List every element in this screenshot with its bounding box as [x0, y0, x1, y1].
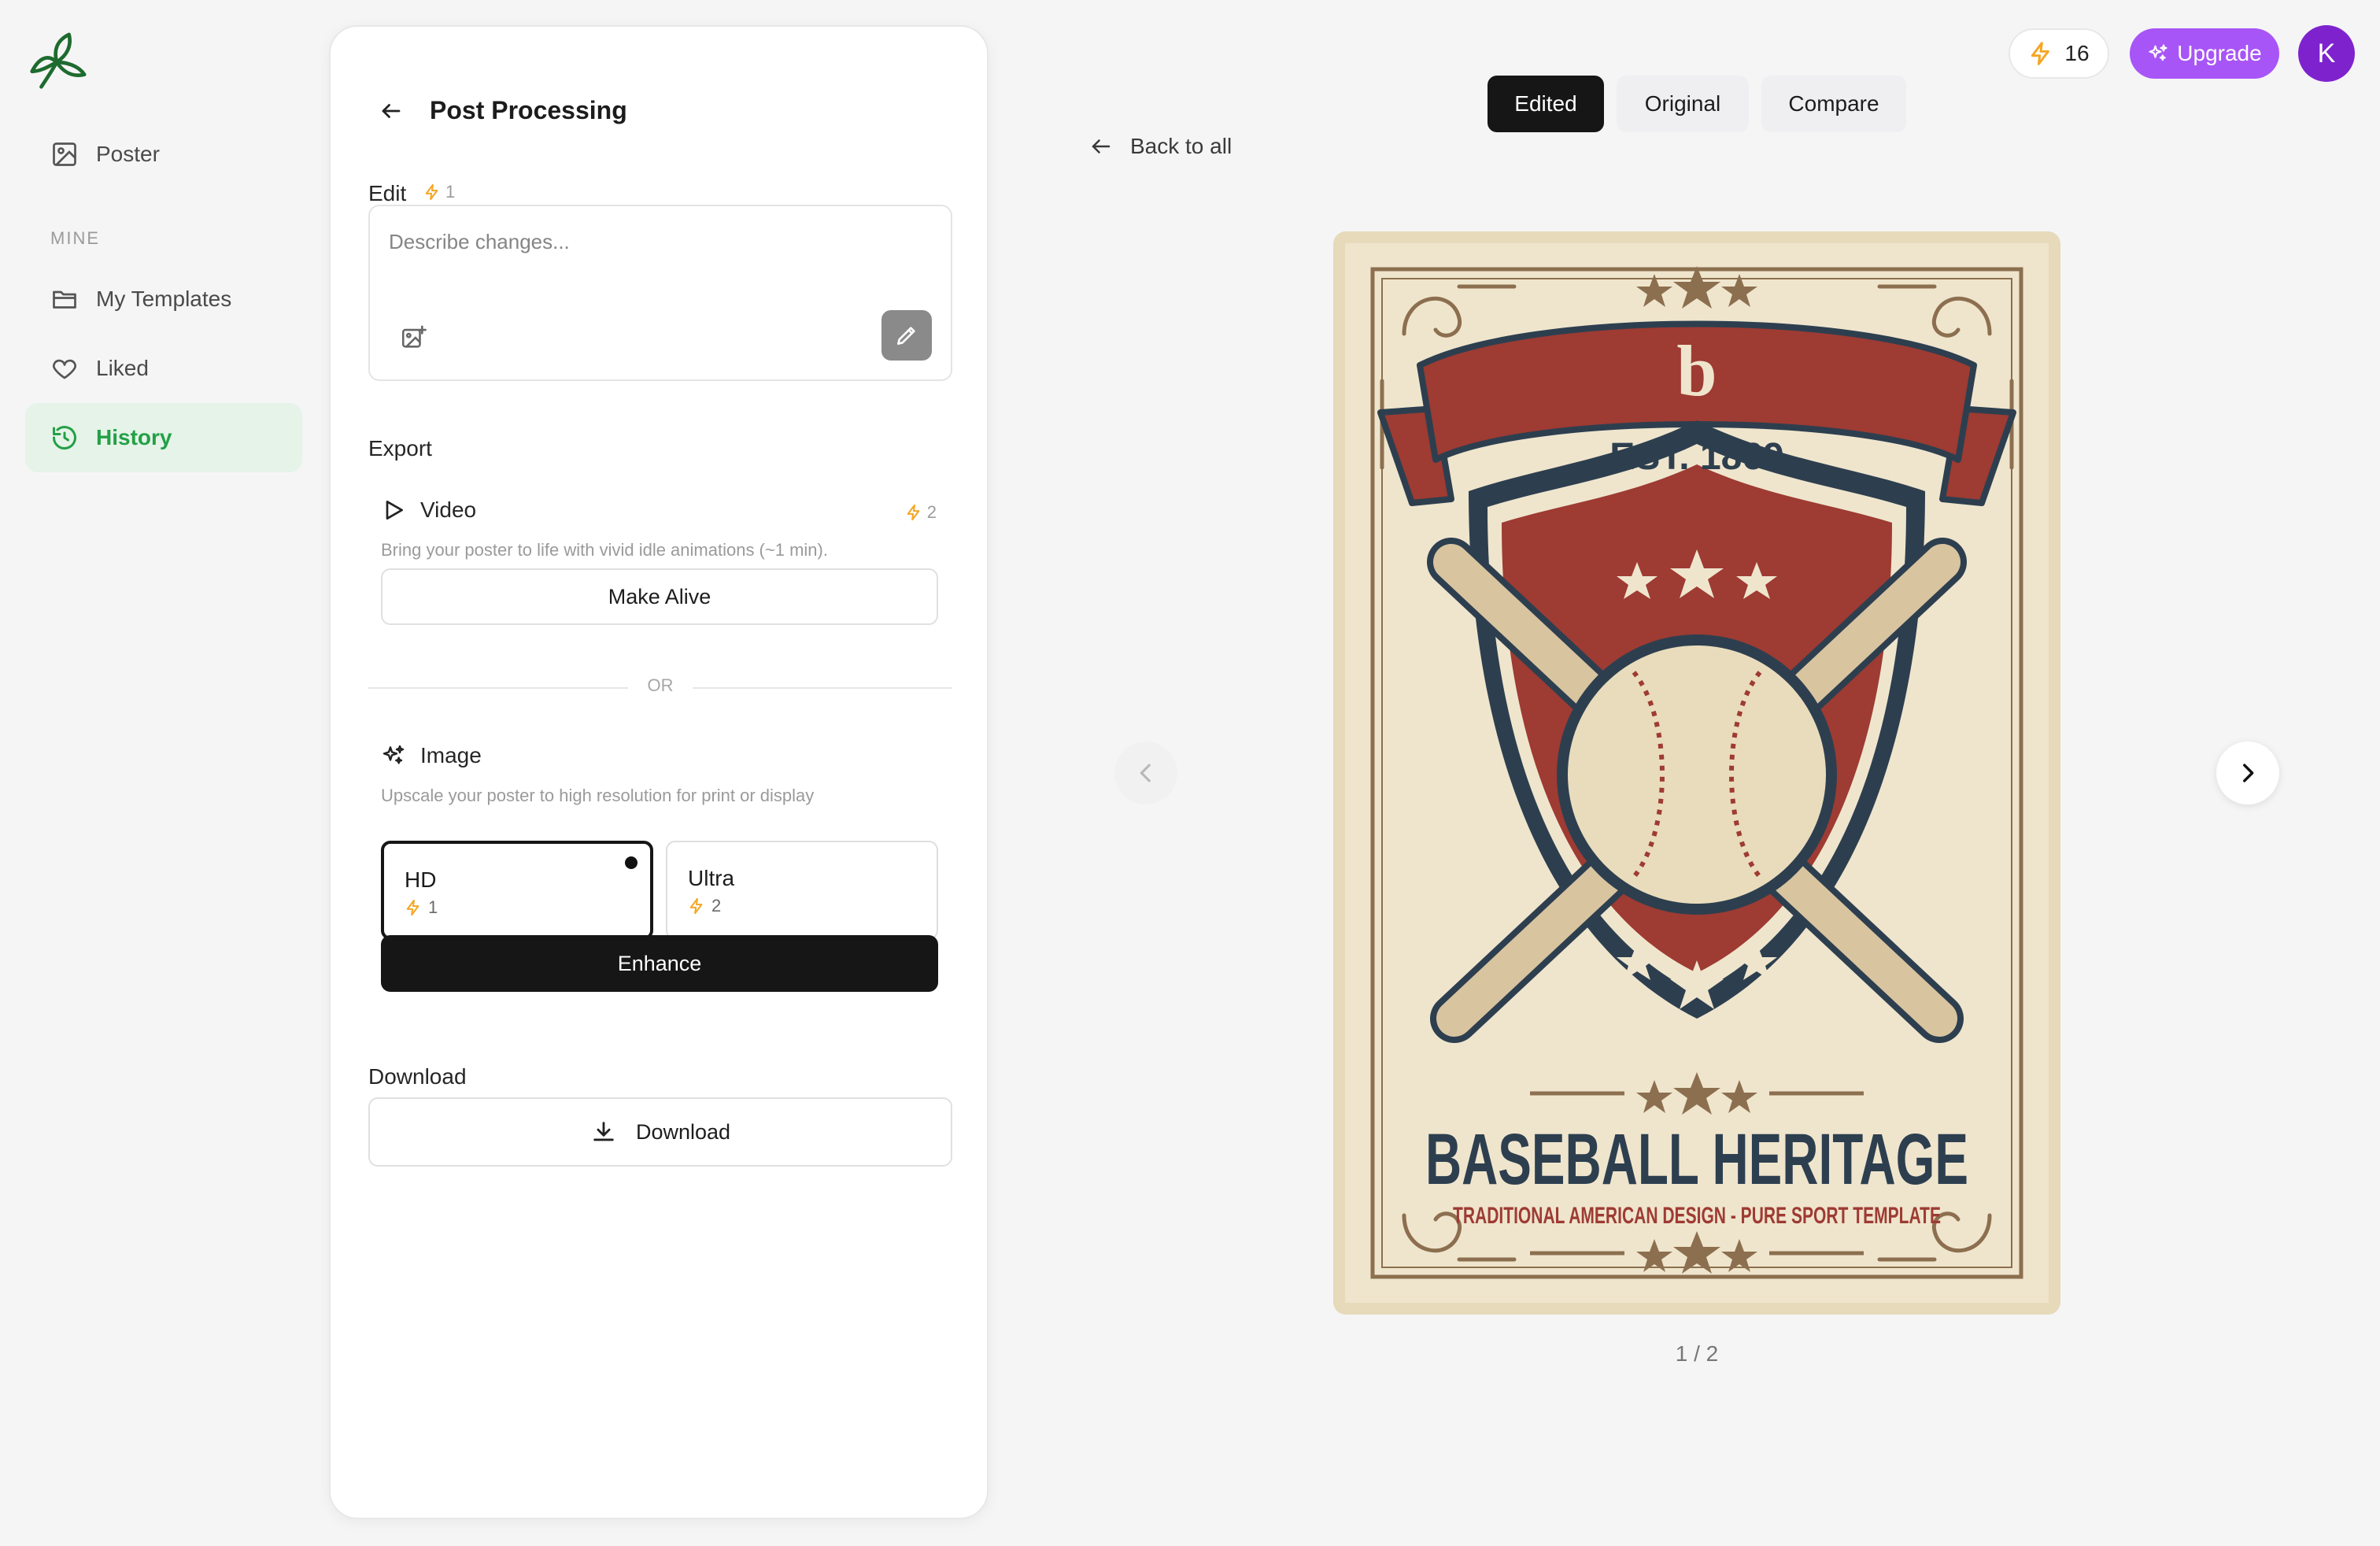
- next-button[interactable]: [2216, 742, 2279, 804]
- credits-badge[interactable]: 16: [2009, 28, 2109, 79]
- page-indicator: 1 / 2: [1675, 1341, 1719, 1366]
- poster-est-text: EST. 1869: [1609, 436, 1783, 478]
- panel-header: Post Processing: [379, 96, 627, 125]
- edit-cost-value: 1: [445, 182, 456, 202]
- or-label: OR: [647, 675, 674, 695]
- enhance-button[interactable]: Enhance: [381, 935, 938, 992]
- download-section-label: Download: [368, 1064, 467, 1089]
- avatar[interactable]: K: [2298, 25, 2355, 82]
- arrow-left-icon: [1092, 139, 1111, 153]
- or-divider: OR: [368, 675, 952, 699]
- video-cost: 2: [905, 502, 937, 523]
- video-title-text: Video: [420, 497, 477, 522]
- nav-item-label: Poster: [96, 142, 160, 166]
- back-to-all-link[interactable]: Back to all: [1089, 134, 1232, 159]
- make-alive-button[interactable]: Make Alive: [381, 568, 938, 625]
- panel-title: Post Processing: [430, 96, 627, 124]
- apply-edit-button[interactable]: [881, 310, 932, 361]
- option-cost-value: 1: [428, 897, 438, 917]
- option-cost: 1: [405, 897, 438, 918]
- sparkles-icon: [382, 745, 405, 764]
- nav-item-my-templates[interactable]: My Templates: [25, 264, 302, 334]
- image-description: Upscale your poster to high resolution f…: [381, 786, 815, 805]
- download-icon: [593, 1122, 614, 1141]
- video-title: Video: [381, 497, 476, 523]
- bolt-icon: [425, 183, 438, 201]
- edit-cost: 1: [423, 182, 455, 202]
- nav-section-label: MINE: [50, 228, 100, 248]
- image-title: Image: [381, 743, 482, 768]
- bolt-icon: [406, 899, 419, 916]
- export-section-label: Export: [368, 436, 432, 460]
- history-icon: [53, 426, 76, 450]
- upgrade-button[interactable]: Upgrade: [2130, 28, 2279, 79]
- selected-dot-icon: [625, 856, 638, 869]
- tab-compare[interactable]: Compare: [1761, 76, 1906, 132]
- poster-logo-letter: b: [1676, 331, 1717, 411]
- app-root: Poster MINE My Templates Liked History P…: [0, 0, 2380, 1546]
- option-cost-value: 2: [711, 896, 722, 915]
- nav-item-history[interactable]: History: [25, 403, 302, 472]
- back-label: Back to all: [1130, 134, 1232, 158]
- download-button-label: Download: [635, 1119, 731, 1144]
- poster-image[interactable]: b EST. 1869 BASEBALL HERITAGE TRADITIONA…: [1333, 231, 2060, 1315]
- tab-original[interactable]: Original: [1617, 76, 1749, 132]
- add-image-icon[interactable]: [400, 324, 427, 351]
- post-processing-panel: Post Processing Edit 1 Export: [329, 25, 989, 1519]
- nav-item-liked[interactable]: Liked: [25, 334, 302, 403]
- folder-icon: [53, 290, 76, 309]
- video-description: Bring your poster to life with vivid idl…: [381, 540, 828, 560]
- option-name: Ultra: [688, 866, 735, 890]
- edit-box: [368, 205, 952, 381]
- tab-edited[interactable]: Edited: [1488, 76, 1604, 132]
- edit-label: Edit: [368, 181, 407, 205]
- arrow-left-icon[interactable]: [379, 99, 403, 123]
- nav-item-label: Liked: [96, 356, 149, 380]
- nav-item-poster[interactable]: Poster: [25, 120, 302, 189]
- previous-button[interactable]: [1114, 742, 1177, 804]
- divider-line: [693, 687, 952, 689]
- edit-section-label: Edit 1: [368, 181, 455, 206]
- heart-icon: [53, 359, 76, 379]
- download-button[interactable]: Download: [368, 1097, 952, 1167]
- nav-item-label: History: [96, 425, 172, 449]
- chevron-right-icon: [2243, 764, 2254, 782]
- credits-count: 16: [2064, 41, 2090, 65]
- image-title-text: Image: [420, 743, 482, 767]
- poster-artwork: b EST. 1869 BASEBALL HERITAGE TRADITIONA…: [1333, 231, 2060, 1315]
- image-icon: [53, 142, 76, 166]
- sparkles-icon: [2149, 44, 2168, 61]
- bolt-icon: [2031, 42, 2050, 65]
- play-icon: [386, 501, 403, 520]
- pencil-icon: [897, 327, 915, 345]
- brand-logo-icon[interactable]: [22, 28, 91, 96]
- bolt-icon: [689, 897, 703, 915]
- video-cost-value: 2: [926, 502, 937, 522]
- bolt-icon: [907, 504, 920, 521]
- chevron-left-icon: [1140, 764, 1151, 782]
- upgrade-label: Upgrade: [2177, 41, 2262, 65]
- option-name: HD: [405, 867, 437, 892]
- option-cost: 2: [688, 896, 721, 916]
- poster-headline: BASEBALL HERITAGE: [1425, 1119, 1968, 1200]
- describe-changes-input[interactable]: [389, 230, 924, 254]
- poster-tagline: TRADITIONAL AMERICAN DESIGN - PURE SPORT…: [1453, 1203, 1941, 1229]
- hd-option[interactable]: HD 1: [381, 841, 653, 940]
- ultra-option[interactable]: Ultra 2: [666, 841, 938, 940]
- nav-item-label: My Templates: [96, 287, 232, 311]
